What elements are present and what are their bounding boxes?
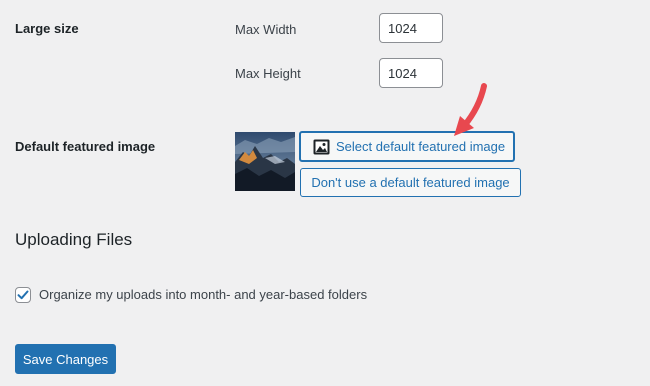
image-icon [313, 139, 330, 155]
checkmark-icon [17, 290, 29, 300]
default-featured-image-label: Default featured image [15, 139, 156, 154]
large-size-label: Large size [15, 21, 79, 36]
uploading-files-heading: Uploading Files [15, 230, 133, 249]
featured-image-thumbnail [235, 132, 295, 191]
max-height-label: Max Height [235, 66, 301, 81]
select-default-featured-image-label: Select default featured image [336, 139, 506, 154]
media-settings-page: Large size Max Width Max Height Default … [0, 0, 650, 386]
max-width-input[interactable] [379, 13, 443, 43]
max-width-label: Max Width [235, 22, 297, 37]
organize-uploads-checkbox[interactable] [15, 287, 31, 303]
no-default-featured-image-button[interactable]: Don't use a default featured image [300, 168, 521, 197]
max-height-input[interactable] [379, 58, 443, 88]
annotation-arrow-icon [454, 83, 487, 136]
organize-uploads-label[interactable]: Organize my uploads into month- and year… [39, 287, 367, 302]
save-changes-button[interactable]: Save Changes [15, 344, 116, 374]
